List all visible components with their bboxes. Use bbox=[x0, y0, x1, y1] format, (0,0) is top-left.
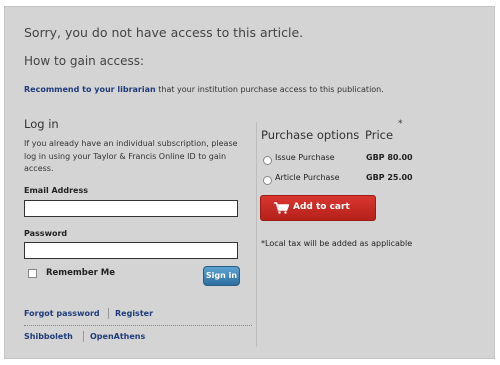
link-separator bbox=[108, 308, 109, 319]
login-description: If you already have an individual subscr… bbox=[24, 139, 238, 173]
add-to-cart-label: Add to cart bbox=[293, 202, 350, 212]
article-purchase-price: GBP 25.00 bbox=[366, 173, 413, 182]
login-heading: Log in bbox=[24, 117, 59, 131]
remember-me-checkbox[interactable] bbox=[28, 269, 37, 278]
recommend-text: that your institution purchase access to… bbox=[155, 85, 384, 94]
article-purchase-radio[interactable] bbox=[263, 176, 272, 185]
openathens-link[interactable]: OpenAthens bbox=[90, 332, 145, 341]
issue-purchase-price: GBP 80.00 bbox=[366, 153, 413, 162]
shibboleth-link[interactable]: Shibboleth bbox=[24, 332, 73, 341]
issue-purchase-radio[interactable] bbox=[263, 156, 272, 165]
price-asterisk: * bbox=[398, 119, 403, 129]
email-label: Email Address bbox=[24, 186, 89, 195]
password-label: Password bbox=[24, 229, 68, 238]
column-divider bbox=[256, 122, 257, 347]
tax-note: *Local tax will be added as applicable bbox=[261, 239, 413, 248]
access-panel: Sorry, you do not have access to this ar… bbox=[4, 6, 495, 359]
issue-purchase-label: Issue Purchase bbox=[275, 153, 335, 162]
recommend-librarian-link[interactable]: Recommend to your librarian bbox=[24, 85, 156, 94]
shopping-cart-icon bbox=[274, 202, 289, 214]
forgot-password-link[interactable]: Forgot password bbox=[24, 309, 100, 318]
price-heading: Price bbox=[365, 128, 394, 142]
sign-in-button[interactable]: Sign in bbox=[203, 266, 240, 286]
access-denied-message: Sorry, you do not have access to this ar… bbox=[24, 25, 304, 40]
email-field[interactable] bbox=[24, 200, 238, 217]
link-separator bbox=[83, 331, 84, 342]
password-field[interactable] bbox=[24, 242, 238, 259]
register-link[interactable]: Register bbox=[115, 309, 153, 318]
recommend-line: Recommend to your librarian that your in… bbox=[24, 85, 384, 94]
article-purchase-label: Article Purchase bbox=[275, 173, 340, 182]
add-to-cart-button[interactable]: Add to cart bbox=[260, 195, 376, 221]
purchase-options-heading: Purchase options bbox=[261, 128, 360, 142]
how-to-gain-access-heading: How to gain access: bbox=[24, 54, 145, 68]
remember-me-label: Remember Me bbox=[46, 268, 116, 278]
dotted-divider bbox=[24, 325, 252, 326]
